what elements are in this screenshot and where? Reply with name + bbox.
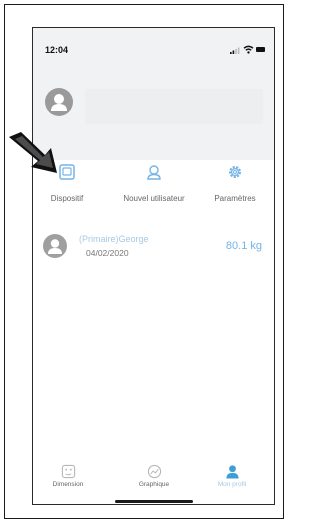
chart-icon — [147, 464, 161, 479]
gear-icon — [229, 166, 241, 178]
device-label: Dispositif — [50, 194, 84, 203]
user-avatar — [43, 234, 67, 258]
tab-dimension-label: Dimension — [52, 481, 84, 488]
tab-profile-label: Mon profil — [217, 481, 247, 488]
tab-dimension[interactable]: Dimension — [33, 464, 103, 488]
tab-chart[interactable]: Graphique — [119, 464, 189, 488]
person-icon — [51, 94, 67, 111]
add-user-icon — [147, 165, 161, 180]
phone-screen: 12:04 Dispositif Nouvel utilisateur Para… — [32, 27, 275, 505]
status-icons — [230, 45, 265, 54]
person-icon — [48, 239, 62, 254]
user-date: 04/02/2020 — [86, 248, 129, 258]
tab-profile[interactable]: Mon profil — [197, 464, 267, 488]
pointer-arrow-icon — [9, 132, 57, 173]
settings-button[interactable]: Paramètres — [195, 164, 274, 203]
settings-label: Paramètres — [214, 194, 256, 203]
dimension-icon — [61, 464, 75, 479]
new-user-label: Nouvel utilisateur — [123, 194, 185, 203]
action-row: Dispositif Nouvel utilisateur Paramètres — [33, 164, 274, 214]
home-indicator[interactable] — [115, 500, 193, 503]
user-list-item[interactable]: (Primaire)George 04/02/2020 80.1 kg — [33, 228, 274, 264]
bottom-tab-bar: Dimension Graphique Mon profil — [33, 464, 274, 504]
outer-frame: 12:04 Dispositif Nouvel utilisateur Para… — [4, 4, 284, 519]
user-weight: 80.1 kg — [225, 240, 262, 252]
profile-icon — [225, 465, 239, 479]
battery-icon — [256, 47, 265, 52]
wifi-icon — [243, 45, 254, 54]
profile-name-redacted — [85, 89, 263, 124]
signal-icon — [230, 47, 240, 54]
tab-chart-label: Graphique — [138, 481, 170, 488]
profile-avatar[interactable] — [45, 88, 73, 116]
status-time: 12:04 — [45, 45, 69, 55]
user-name: (Primaire)George — [79, 234, 149, 244]
new-user-button[interactable]: Nouvel utilisateur — [114, 164, 194, 203]
